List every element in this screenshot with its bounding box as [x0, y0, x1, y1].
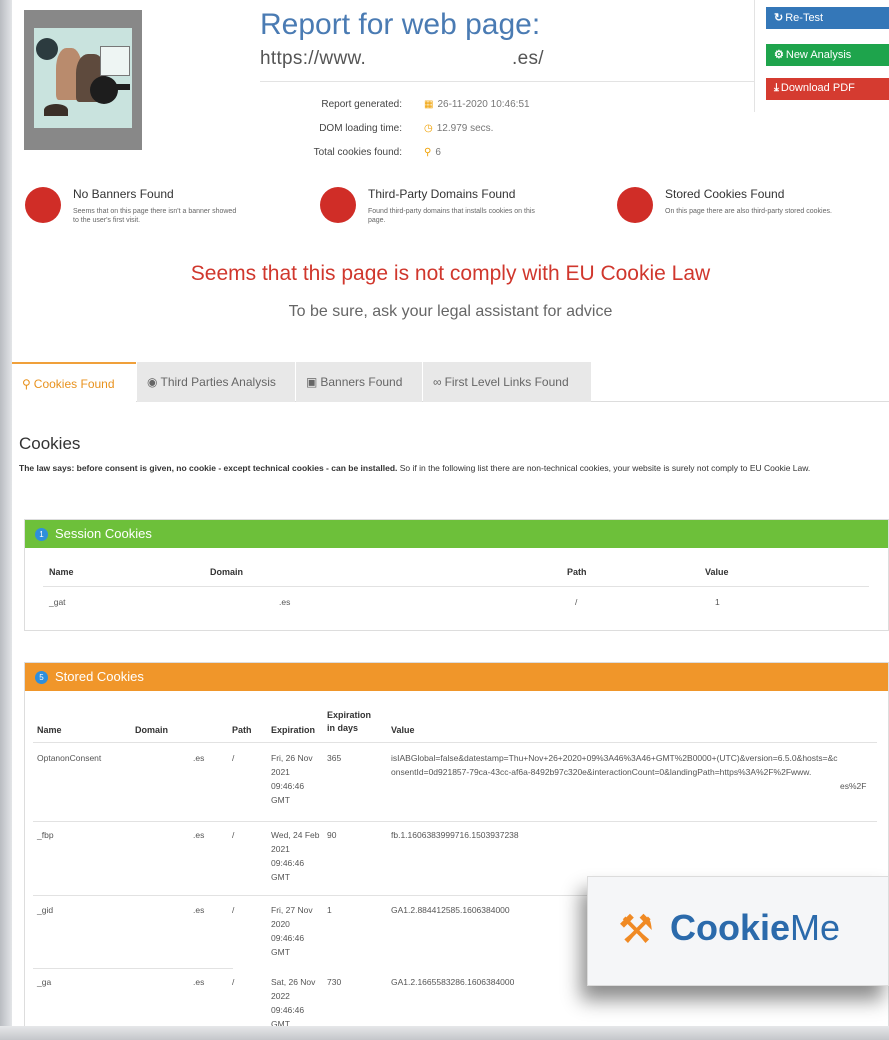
download-icon: ⤓ [774, 82, 779, 94]
url-prefix: https://www. [260, 48, 367, 69]
tab-first-level-links[interactable]: ∞ First Level Links Found [423, 362, 591, 402]
column-header: Name [37, 725, 62, 735]
column-header: Domain [210, 567, 244, 577]
count-badge: 1 [35, 528, 48, 541]
divider [754, 0, 755, 112]
column-header: Expiration [271, 725, 316, 735]
page-thumbnail [24, 10, 142, 150]
search-icon: ⚲ [424, 147, 432, 158]
column-header: Path [232, 725, 252, 735]
status-red-icon [25, 187, 61, 223]
globe-icon: ◉ [147, 375, 158, 389]
column-header: Name [49, 567, 74, 577]
column-header: Expiration in days [327, 710, 372, 733]
status-red-icon [320, 187, 356, 223]
calendar-icon: ▦ [424, 99, 434, 110]
cookieme-brand-card: ⚒ CookieMe [587, 876, 889, 986]
refresh-icon: ↻ [774, 12, 784, 24]
banner-icon: ▣ [306, 375, 318, 389]
tab-cookies-found[interactable]: ⚲ Cookies Found [12, 362, 136, 402]
column-header: Value [705, 567, 729, 577]
divider [260, 81, 754, 82]
stored-cookies-header: 5 Stored Cookies [25, 663, 888, 691]
retest-button[interactable]: ↻ Re-Test [766, 7, 889, 29]
report-page: Report for web page: https://www. .es/ R… [12, 0, 889, 1026]
download-pdf-button[interactable]: ⤓ Download PDF [766, 78, 889, 100]
session-cookies-panel: 1 Session Cookies Name Domain Path Value … [24, 519, 889, 631]
report-tabs: ⚲ Cookies Found ◉ Third Parties Analysis ▣… [12, 362, 889, 402]
tab-banners[interactable]: ▣ Banners Found [296, 362, 422, 402]
count-badge: 5 [35, 671, 48, 684]
window-frame-left [0, 0, 12, 1040]
session-cookies-header: 1 Session Cookies [25, 520, 888, 548]
page-title: Report for web page: [260, 8, 541, 41]
column-header: Domain [135, 725, 169, 735]
column-header: Value [391, 725, 415, 735]
report-url[interactable]: https://www. .es/ [260, 48, 544, 70]
brand-logo-text: CookieMe [670, 907, 841, 948]
thumbnail-image [34, 28, 132, 128]
tab-third-parties[interactable]: ◉ Third Parties Analysis [137, 362, 295, 402]
search-icon: ⚲ [22, 377, 31, 391]
clock-icon: ◷ [424, 123, 433, 134]
cookies-section-title: Cookies [19, 434, 81, 453]
link-icon: ∞ [433, 375, 442, 389]
column-header: Path [567, 567, 587, 577]
gavel-icon: ⚒ [618, 908, 654, 952]
status-red-icon [617, 187, 653, 223]
gears-icon: ⚙ [774, 49, 784, 61]
verdict-subline: To be sure, ask your legal assistant for… [288, 303, 613, 320]
new-analysis-button[interactable]: ⚙ New Analysis [766, 44, 889, 66]
window-frame-bottom [0, 1026, 889, 1040]
url-suffix: .es/ [512, 48, 544, 69]
verdict-headline: Seems that this page is not comply with … [190, 262, 711, 285]
law-text: The law says: before consent is given, n… [19, 463, 811, 473]
